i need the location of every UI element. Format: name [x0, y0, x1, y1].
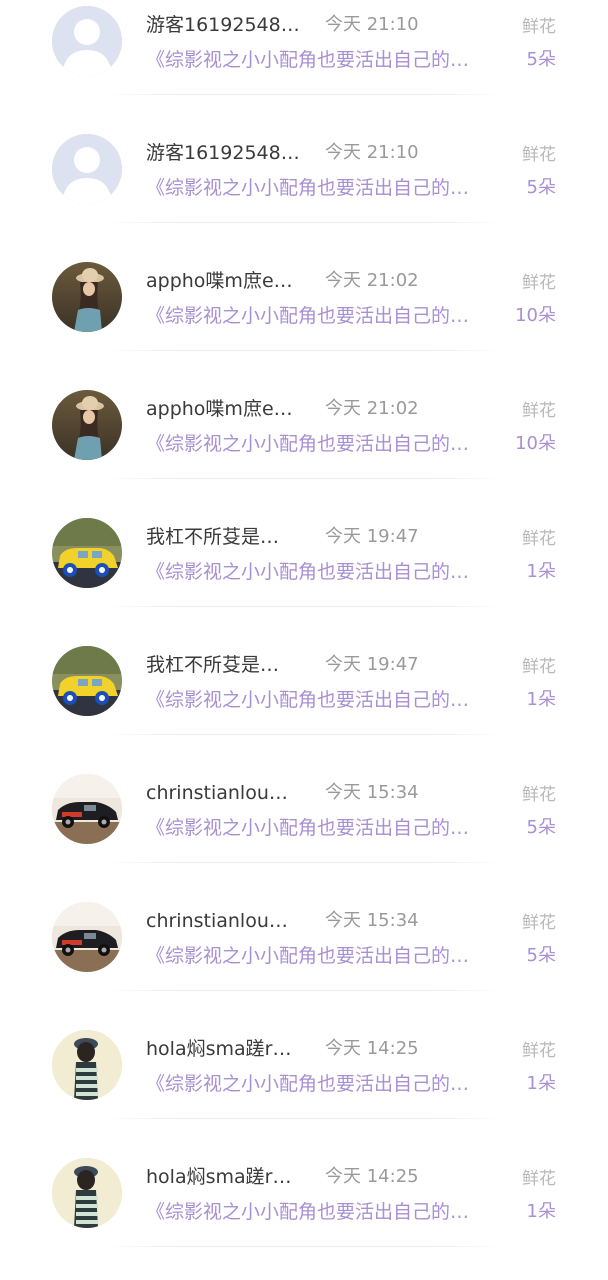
user-name: chrinstianlou… — [146, 910, 288, 932]
gift-time: 今天 19:47 — [325, 526, 419, 547]
gift-time: 今天 21:02 — [325, 398, 419, 419]
gift-record-item[interactable]: hola焖sma蹉r… 今天 14:25 鲜花 《综影视之小小配角也要活出自己的… — [0, 1152, 608, 1280]
black-car-avatar[interactable] — [52, 774, 122, 844]
book-title-link[interactable]: 《综影视之小小配角也要活出自己的… — [146, 559, 508, 585]
gift-time: 今天 21:10 — [325, 14, 419, 35]
gift-type-label: 鲜花 — [522, 913, 556, 933]
default-avatar-icon[interactable] — [52, 134, 122, 204]
user-name: 游客16192548… — [146, 142, 300, 164]
row-divider — [100, 350, 508, 351]
gift-count: 5朵 — [526, 177, 556, 198]
gift-type-label: 鲜花 — [522, 1169, 556, 1189]
gift-count: 10朵 — [515, 305, 556, 326]
default-avatar-icon[interactable] — [52, 6, 122, 76]
row-divider — [100, 606, 508, 607]
gift-type-label: 鲜花 — [522, 145, 556, 165]
gift-record-item[interactable]: appho喋m庶e… 今天 21:02 鲜花 《综影视之小小配角也要活出自己的…… — [0, 256, 608, 384]
row-divider — [100, 478, 508, 479]
user-name: chrinstianlou… — [146, 782, 288, 804]
gift-count: 5朵 — [526, 817, 556, 838]
book-title-link[interactable]: 《综影视之小小配角也要活出自己的… — [146, 47, 508, 73]
gift-type-label: 鲜花 — [522, 785, 556, 805]
book-title-link[interactable]: 《综影视之小小配角也要活出自己的… — [146, 175, 508, 201]
user-name: 我杠不所芟是… — [146, 526, 280, 548]
gift-record-item[interactable]: appho喋m庶e… 今天 21:02 鲜花 《综影视之小小配角也要活出自己的…… — [0, 384, 608, 512]
girl-hat-avatar[interactable] — [52, 262, 122, 332]
row-divider — [100, 222, 508, 223]
gift-time: 今天 21:02 — [325, 270, 419, 291]
gift-type-label: 鲜花 — [522, 529, 556, 549]
gift-record-item[interactable]: chrinstianlou… 今天 15:34 鲜花 《综影视之小小配角也要活出… — [0, 896, 608, 1024]
gift-time: 今天 19:47 — [325, 654, 419, 675]
gift-record-item[interactable]: 游客16192548… 今天 21:10 鲜花 《综影视之小小配角也要活出自己的… — [0, 0, 608, 128]
gift-count: 1朵 — [526, 561, 556, 582]
book-title-link[interactable]: 《综影视之小小配角也要活出自己的… — [146, 815, 508, 841]
book-title-link[interactable]: 《综影视之小小配角也要活出自己的… — [146, 1199, 508, 1225]
user-name: appho喋m庶e… — [146, 270, 293, 292]
book-title-link[interactable]: 《综影视之小小配角也要活出自己的… — [146, 1071, 508, 1097]
gift-record-item[interactable]: 我杠不所芟是… 今天 19:47 鲜花 《综影视之小小配角也要活出自己的… 1朵 — [0, 640, 608, 768]
girl-striped-avatar[interactable] — [52, 1158, 122, 1228]
gift-count: 1朵 — [526, 1073, 556, 1094]
user-name: hola焖sma蹉r… — [146, 1038, 292, 1060]
gift-type-label: 鲜花 — [522, 401, 556, 421]
black-car-avatar[interactable] — [52, 902, 122, 972]
gift-record-item[interactable]: hola焖sma蹉r… 今天 14:25 鲜花 《综影视之小小配角也要活出自己的… — [0, 1024, 608, 1152]
girl-hat-avatar[interactable] — [52, 390, 122, 460]
gift-time: 今天 15:34 — [325, 910, 419, 931]
gift-record-item[interactable]: chrinstianlou… 今天 15:34 鲜花 《综影视之小小配角也要活出… — [0, 768, 608, 896]
gift-record-item[interactable]: 我杠不所芟是… 今天 19:47 鲜花 《综影视之小小配角也要活出自己的… 1朵 — [0, 512, 608, 640]
gift-count: 10朵 — [515, 433, 556, 454]
row-divider — [100, 1246, 508, 1247]
gift-type-label: 鲜花 — [522, 17, 556, 37]
gift-type-label: 鲜花 — [522, 273, 556, 293]
yellow-car-avatar[interactable] — [52, 646, 122, 716]
gift-count: 5朵 — [526, 49, 556, 70]
gift-type-label: 鲜花 — [522, 1041, 556, 1061]
gift-record-item[interactable]: 游客16192548… 今天 21:10 鲜花 《综影视之小小配角也要活出自己的… — [0, 128, 608, 256]
gift-record-list: 游客16192548… 今天 21:10 鲜花 《综影视之小小配角也要活出自己的… — [0, 0, 608, 1280]
gift-time: 今天 14:25 — [325, 1038, 419, 1059]
gift-type-label: 鲜花 — [522, 657, 556, 677]
row-divider — [100, 734, 508, 735]
row-divider — [100, 990, 508, 991]
gift-count: 1朵 — [526, 1201, 556, 1222]
gift-time: 今天 21:10 — [325, 142, 419, 163]
gift-time: 今天 15:34 — [325, 782, 419, 803]
girl-striped-avatar[interactable] — [52, 1030, 122, 1100]
row-divider — [100, 94, 508, 95]
gift-time: 今天 14:25 — [325, 1166, 419, 1187]
user-name: 游客16192548… — [146, 14, 300, 36]
yellow-car-avatar[interactable] — [52, 518, 122, 588]
book-title-link[interactable]: 《综影视之小小配角也要活出自己的… — [146, 943, 508, 969]
user-name: hola焖sma蹉r… — [146, 1166, 292, 1188]
user-name: 我杠不所芟是… — [146, 654, 280, 676]
book-title-link[interactable]: 《综影视之小小配角也要活出自己的… — [146, 431, 508, 457]
gift-count: 5朵 — [526, 945, 556, 966]
row-divider — [100, 1118, 508, 1119]
user-name: appho喋m庶e… — [146, 398, 293, 420]
book-title-link[interactable]: 《综影视之小小配角也要活出自己的… — [146, 687, 508, 713]
gift-count: 1朵 — [526, 689, 556, 710]
book-title-link[interactable]: 《综影视之小小配角也要活出自己的… — [146, 303, 508, 329]
row-divider — [100, 862, 508, 863]
